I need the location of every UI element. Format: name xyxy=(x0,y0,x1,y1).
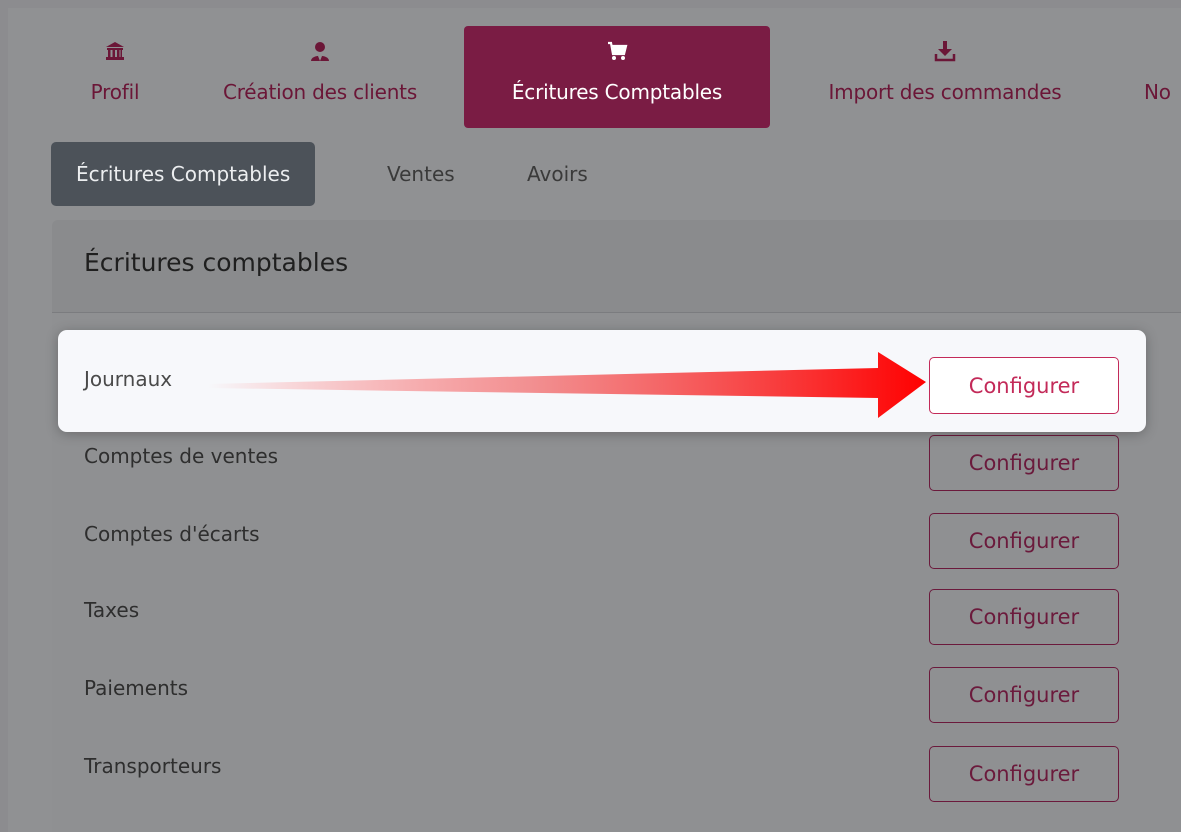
row-label-paiements: Paiements xyxy=(84,676,189,700)
download-icon xyxy=(934,41,956,62)
subtab-ecritures-comptables[interactable]: Écritures Comptables xyxy=(51,142,316,206)
configure-comptes-ventes-button[interactable]: Configurer xyxy=(929,435,1119,491)
nav-item-label: No xyxy=(1144,80,1171,104)
row-label-journaux: Journaux xyxy=(84,367,173,391)
configure-transporteurs-button[interactable]: Configurer xyxy=(929,746,1119,802)
nav-item-profil[interactable]: Profil xyxy=(60,26,170,128)
page: Profil Création des clients Écritures Co… xyxy=(8,8,1181,832)
subtab-ventes[interactable]: Ventes xyxy=(387,142,455,206)
nav-item-truncated[interactable]: No xyxy=(1144,26,1181,128)
nav-item-creation-clients[interactable]: Création des clients xyxy=(188,26,452,128)
configure-journaux-button[interactable]: Configurer xyxy=(929,357,1119,414)
nav-item-label: Écritures Comptables xyxy=(511,80,723,104)
accounting-entries-card: Écritures comptables Comptes de ventes C… xyxy=(52,220,1181,832)
row-label-comptes-ventes: Comptes de ventes xyxy=(84,444,279,468)
cart-icon xyxy=(608,41,628,60)
bank-icon xyxy=(106,42,124,60)
nav-item-import-commandes[interactable]: Import des commandes xyxy=(784,26,1106,128)
card-header: Écritures comptables xyxy=(52,220,1181,313)
top-navigation: Profil Création des clients Écritures Co… xyxy=(8,26,1181,130)
configure-comptes-ecarts-button[interactable]: Configurer xyxy=(929,513,1119,569)
red-arrow-icon xyxy=(208,352,926,418)
nav-item-label: Import des commandes xyxy=(828,80,1062,104)
row-label-taxes: Taxes xyxy=(84,598,140,622)
row-label-transporteurs: Transporteurs xyxy=(84,754,222,778)
user-icon xyxy=(311,42,329,61)
nav-item-ecritures-comptables[interactable]: Écritures Comptables xyxy=(464,26,770,128)
configure-paiements-button[interactable]: Configurer xyxy=(929,667,1119,723)
highlighted-row-journaux: Journaux Configurer xyxy=(58,330,1146,432)
subtab-avoirs[interactable]: Avoirs xyxy=(527,142,588,206)
nav-item-label: Création des clients xyxy=(222,80,418,104)
configure-taxes-button[interactable]: Configurer xyxy=(929,589,1119,645)
row-label-comptes-ecarts: Comptes d'écarts xyxy=(84,522,260,546)
nav-item-label: Profil xyxy=(90,80,140,104)
card-title: Écritures comptables xyxy=(84,248,349,277)
